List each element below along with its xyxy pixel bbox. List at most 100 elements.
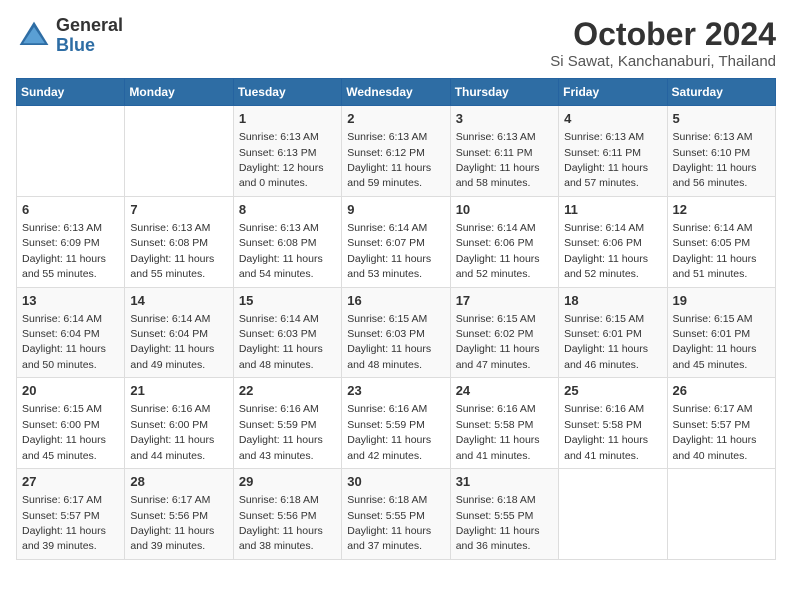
calendar-cell: 13Sunrise: 6:14 AM Sunset: 6:04 PM Dayli… (17, 287, 125, 378)
day-number: 28 (130, 473, 227, 491)
calendar-week-row: 6Sunrise: 6:13 AM Sunset: 6:09 PM Daylig… (17, 196, 776, 287)
page-subtitle: Si Sawat, Kanchanaburi, Thailand (550, 53, 776, 70)
day-detail: Sunrise: 6:14 AM Sunset: 6:06 PM Dayligh… (456, 222, 540, 280)
day-number: 20 (22, 382, 119, 400)
calendar-cell: 21Sunrise: 6:16 AM Sunset: 6:00 PM Dayli… (125, 378, 233, 469)
day-detail: Sunrise: 6:16 AM Sunset: 5:59 PM Dayligh… (239, 403, 323, 461)
calendar-cell: 20 Sunrise: 6:15 AM Sunset: 6:00 PM Dayli… (17, 378, 125, 469)
calendar-cell (17, 106, 125, 197)
day-number: 29 (239, 473, 336, 491)
header-day: Sunday (17, 79, 125, 106)
logo-blue: Blue (56, 35, 95, 55)
day-number: 21 (130, 382, 227, 400)
calendar-cell: 5 Sunrise: 6:13 AM Sunset: 6:10 PM Daylig… (667, 106, 775, 197)
header-day: Friday (559, 79, 667, 106)
calendar-cell: 26 Sunrise: 6:17 AM Sunset: 5:57 PM Dayli… (667, 378, 775, 469)
calendar-cell (559, 469, 667, 560)
day-detail: Sunrise: 6:13 AM Sunset: 6:12 PM Dayligh… (347, 131, 431, 189)
day-detail: Sunrise: 6:15 AM Sunset: 6:02 PM Dayligh… (456, 313, 540, 371)
day-detail: Sunrise: 6:13 AM Sunset: 6:13 PM Dayligh… (239, 131, 324, 189)
day-number: 19 (673, 292, 770, 310)
calendar-cell: 10 Sunrise: 6:14 AM Sunset: 6:06 PM Dayli… (450, 196, 558, 287)
header-day: Monday (125, 79, 233, 106)
day-detail: Sunrise: 6:13 AM Sunset: 6:11 PM Dayligh… (456, 131, 540, 189)
calendar-week-row: 1Sunrise: 6:13 AM Sunset: 6:13 PM Daylig… (17, 106, 776, 197)
day-number: 8 (239, 201, 336, 219)
calendar-cell: 24Sunrise: 6:16 AM Sunset: 5:58 PM Dayli… (450, 378, 558, 469)
day-number: 27 (22, 473, 119, 491)
header-row: SundayMondayTuesdayWednesdayThursdayFrid… (17, 79, 776, 106)
day-detail: Sunrise: 6:14 AM Sunset: 6:04 PM Dayligh… (22, 313, 106, 371)
calendar-cell: 28Sunrise: 6:17 AM Sunset: 5:56 PM Dayli… (125, 469, 233, 560)
logo-general: General (56, 15, 123, 35)
day-detail: Sunrise: 6:13 AM Sunset: 6:08 PM Dayligh… (239, 222, 323, 280)
day-number: 6 (22, 201, 119, 219)
day-number: 10 (456, 201, 553, 219)
day-detail: Sunrise: 6:14 AM Sunset: 6:07 PM Dayligh… (347, 222, 431, 280)
day-number: 3 (456, 110, 553, 128)
header-day: Thursday (450, 79, 558, 106)
calendar-table: SundayMondayTuesdayWednesdayThursdayFrid… (16, 78, 776, 560)
day-number: 15 (239, 292, 336, 310)
calendar-cell: 1Sunrise: 6:13 AM Sunset: 6:13 PM Daylig… (233, 106, 341, 197)
day-detail: Sunrise: 6:13 AM Sunset: 6:11 PM Dayligh… (564, 131, 648, 189)
calendar-cell (667, 469, 775, 560)
day-number: 11 (564, 201, 661, 219)
calendar-cell: 8 Sunrise: 6:13 AM Sunset: 6:08 PM Daylig… (233, 196, 341, 287)
logo-icon (16, 18, 52, 54)
day-number: 14 (130, 292, 227, 310)
calendar-cell: 27 Sunrise: 6:17 AM Sunset: 5:57 PM Dayli… (17, 469, 125, 560)
day-detail: Sunrise: 6:14 AM Sunset: 6:05 PM Dayligh… (673, 222, 757, 280)
day-detail: Sunrise: 6:17 AM Sunset: 5:57 PM Dayligh… (22, 494, 106, 552)
day-number: 31 (456, 473, 553, 491)
day-number: 18 (564, 292, 661, 310)
calendar-cell: 30 Sunrise: 6:18 AM Sunset: 5:55 PM Dayli… (342, 469, 450, 560)
calendar-cell: 4 Sunrise: 6:13 AM Sunset: 6:11 PM Daylig… (559, 106, 667, 197)
day-number: 26 (673, 382, 770, 400)
day-detail: Sunrise: 6:18 AM Sunset: 5:56 PM Dayligh… (239, 494, 323, 552)
calendar-cell: 12 Sunrise: 6:14 AM Sunset: 6:05 PM Dayli… (667, 196, 775, 287)
logo: General Blue (16, 16, 123, 56)
day-detail: Sunrise: 6:15 AM Sunset: 6:00 PM Dayligh… (22, 403, 106, 461)
calendar-cell: 14 Sunrise: 6:14 AM Sunset: 6:04 PM Dayli… (125, 287, 233, 378)
calendar-cell: 2 Sunrise: 6:13 AM Sunset: 6:12 PM Daylig… (342, 106, 450, 197)
calendar-cell: 11Sunrise: 6:14 AM Sunset: 6:06 PM Dayli… (559, 196, 667, 287)
day-detail: Sunrise: 6:16 AM Sunset: 5:58 PM Dayligh… (564, 403, 648, 461)
day-number: 4 (564, 110, 661, 128)
day-number: 23 (347, 382, 444, 400)
page-header: General Blue October 2024 Si Sawat, Kanc… (16, 16, 776, 70)
day-detail: Sunrise: 6:18 AM Sunset: 5:55 PM Dayligh… (456, 494, 540, 552)
calendar-week-row: 27 Sunrise: 6:17 AM Sunset: 5:57 PM Dayli… (17, 469, 776, 560)
day-number: 12 (673, 201, 770, 219)
day-number: 5 (673, 110, 770, 128)
day-detail: Sunrise: 6:15 AM Sunset: 6:01 PM Dayligh… (564, 313, 648, 371)
calendar-cell: 7Sunrise: 6:13 AM Sunset: 6:08 PM Daylig… (125, 196, 233, 287)
day-detail: Sunrise: 6:13 AM Sunset: 6:10 PM Dayligh… (673, 131, 757, 189)
calendar-header: SundayMondayTuesdayWednesdayThursdayFrid… (17, 79, 776, 106)
calendar-cell: 15 Sunrise: 6:14 AM Sunset: 6:03 PM Dayli… (233, 287, 341, 378)
calendar-cell: 31 Sunrise: 6:18 AM Sunset: 5:55 PM Dayli… (450, 469, 558, 560)
calendar-cell: 23Sunrise: 6:16 AM Sunset: 5:59 PM Dayli… (342, 378, 450, 469)
calendar-cell: 22 Sunrise: 6:16 AM Sunset: 5:59 PM Dayli… (233, 378, 341, 469)
day-detail: Sunrise: 6:13 AM Sunset: 6:08 PM Dayligh… (130, 222, 214, 280)
calendar-cell: 17 Sunrise: 6:15 AM Sunset: 6:02 PM Dayli… (450, 287, 558, 378)
calendar-week-row: 20 Sunrise: 6:15 AM Sunset: 6:00 PM Dayli… (17, 378, 776, 469)
calendar-cell: 9Sunrise: 6:14 AM Sunset: 6:07 PM Daylig… (342, 196, 450, 287)
calendar-cell: 18 Sunrise: 6:15 AM Sunset: 6:01 PM Dayli… (559, 287, 667, 378)
day-detail: Sunrise: 6:15 AM Sunset: 6:03 PM Dayligh… (347, 313, 431, 371)
calendar-cell: 25 Sunrise: 6:16 AM Sunset: 5:58 PM Dayli… (559, 378, 667, 469)
day-number: 22 (239, 382, 336, 400)
page-title: October 2024 (550, 16, 776, 53)
day-number: 30 (347, 473, 444, 491)
calendar-cell: 3 Sunrise: 6:13 AM Sunset: 6:11 PM Daylig… (450, 106, 558, 197)
day-detail: Sunrise: 6:17 AM Sunset: 5:57 PM Dayligh… (673, 403, 757, 461)
day-detail: Sunrise: 6:15 AM Sunset: 6:01 PM Dayligh… (673, 313, 757, 371)
day-number: 24 (456, 382, 553, 400)
day-detail: Sunrise: 6:14 AM Sunset: 6:03 PM Dayligh… (239, 313, 323, 371)
day-number: 25 (564, 382, 661, 400)
day-number: 2 (347, 110, 444, 128)
day-detail: Sunrise: 6:18 AM Sunset: 5:55 PM Dayligh… (347, 494, 431, 552)
title-block: October 2024 Si Sawat, Kanchanaburi, Tha… (550, 16, 776, 70)
day-detail: Sunrise: 6:14 AM Sunset: 6:04 PM Dayligh… (130, 313, 214, 371)
day-number: 17 (456, 292, 553, 310)
